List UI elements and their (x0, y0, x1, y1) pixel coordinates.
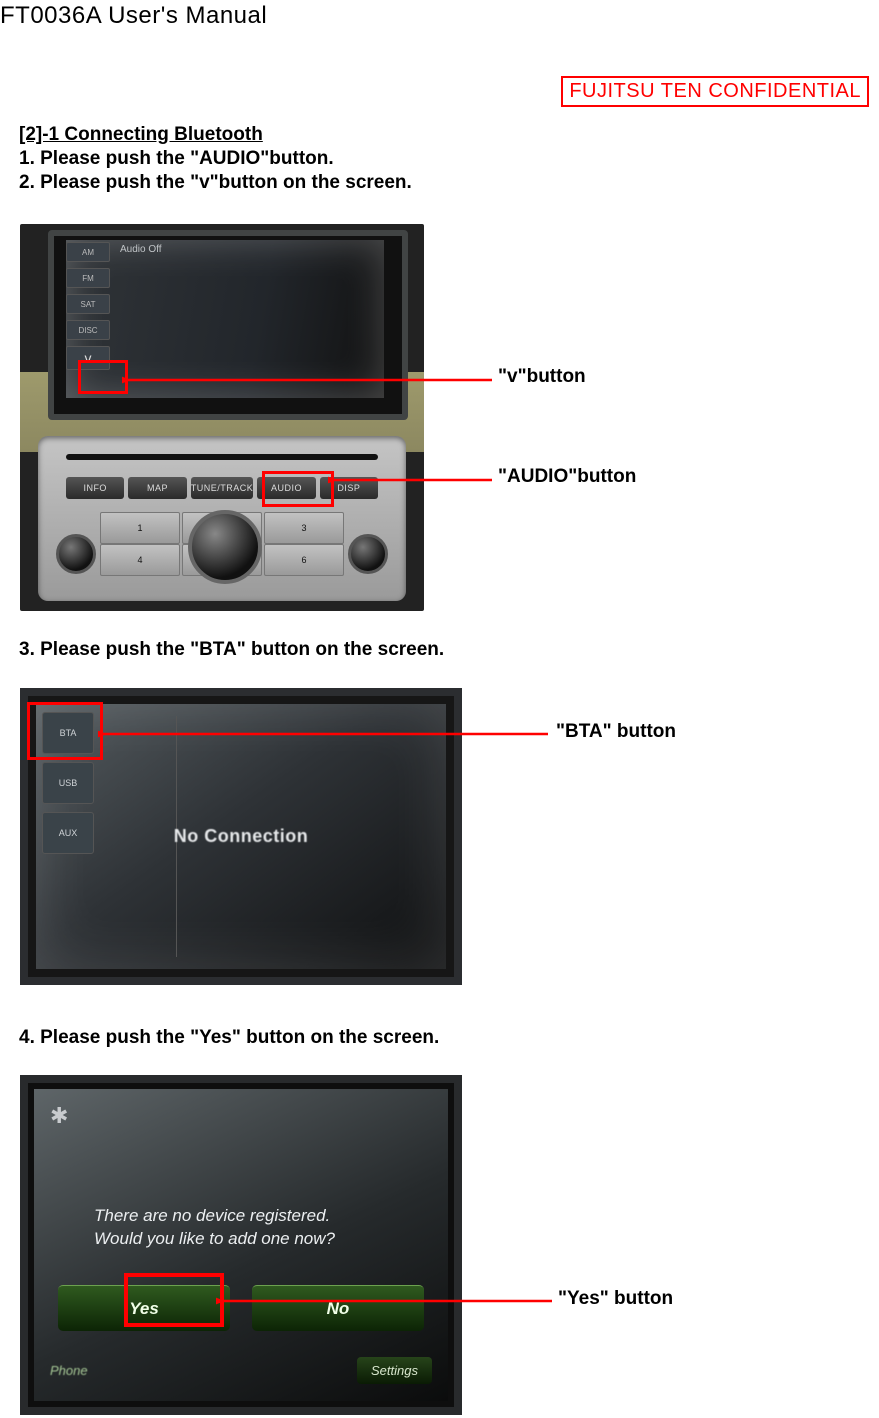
step-1-text: 1. Please push the "AUDIO"button. (19, 148, 334, 170)
map-button[interactable]: MAP (128, 477, 186, 499)
callout-bta-button: "BTA" button (556, 721, 676, 743)
onscreen-sidebar: AM FM SAT DISC v (66, 242, 110, 370)
disc-slot (66, 454, 378, 460)
screen-surface: ✱ There are no device registered. Would … (34, 1089, 448, 1401)
confidential-stamp: FUJITSU TEN CONFIDENTIAL (561, 76, 869, 107)
callout-audio-button: "AUDIO"button (498, 466, 636, 488)
tab-fm[interactable]: FM (66, 268, 110, 288)
highlight-v-button (78, 360, 128, 394)
tab-am[interactable]: AM (66, 242, 110, 262)
preset-1[interactable]: 1 (100, 512, 180, 544)
volume-knob[interactable] (56, 534, 96, 574)
callout-v-button: "v"button (498, 366, 586, 388)
document-title: FT0036A User's Manual (0, 2, 267, 30)
figure-1-device-photo: AM FM SAT DISC v Audio Off INFO MAP TUNE… (20, 224, 424, 611)
settings-button[interactable]: Settings (357, 1357, 432, 1384)
prompt-text: There are no device registered. Would yo… (94, 1205, 408, 1251)
highlight-yes-button (124, 1273, 224, 1327)
main-dial[interactable] (188, 510, 262, 584)
confirm-button-row: Yes No (58, 1285, 424, 1331)
tab-sat[interactable]: SAT (66, 294, 110, 314)
highlight-bta-button (27, 702, 103, 760)
power-knob[interactable] (348, 534, 388, 574)
info-button[interactable]: INFO (66, 477, 124, 499)
usb-button[interactable]: USB (42, 762, 94, 804)
device-faceplate: INFO MAP TUNE/TRACK AUDIO DISP 1 2 3 4 5… (38, 436, 406, 601)
callout-yes-button: "Yes" button (558, 1288, 673, 1310)
phone-tab[interactable]: Phone (50, 1363, 88, 1378)
step-4-text: 4. Please push the "Yes" button on the s… (19, 1027, 439, 1049)
bluetooth-icon: ✱ (50, 1103, 68, 1129)
tune-button[interactable]: TUNE/TRACK (191, 477, 254, 499)
prompt-line-1: There are no device registered. (94, 1206, 330, 1225)
preset-6[interactable]: 6 (264, 544, 344, 576)
figure-3-screen-photo: ✱ There are no device registered. Would … (20, 1075, 462, 1415)
section-heading: [2]-1 Connecting Bluetooth (19, 124, 263, 146)
screen-status-text: Audio Off (120, 244, 162, 255)
no-connection-message: No Connection (36, 826, 446, 847)
preset-3[interactable]: 3 (264, 512, 344, 544)
manual-page: FT0036A User's Manual FUJITSU TEN CONFID… (0, 0, 879, 1418)
preset-4[interactable]: 4 (100, 544, 180, 576)
screen-footer: Phone Settings (44, 1349, 438, 1391)
no-button[interactable]: No (252, 1285, 424, 1331)
step-3-text: 3. Please push the "BTA" button on the s… (19, 639, 444, 661)
highlight-audio-button (262, 471, 334, 507)
tab-disc[interactable]: DISC (66, 320, 110, 340)
prompt-line-2: Would you like to add one now? (94, 1229, 335, 1248)
step-2-text: 2. Please push the "v"button on the scre… (19, 172, 412, 194)
